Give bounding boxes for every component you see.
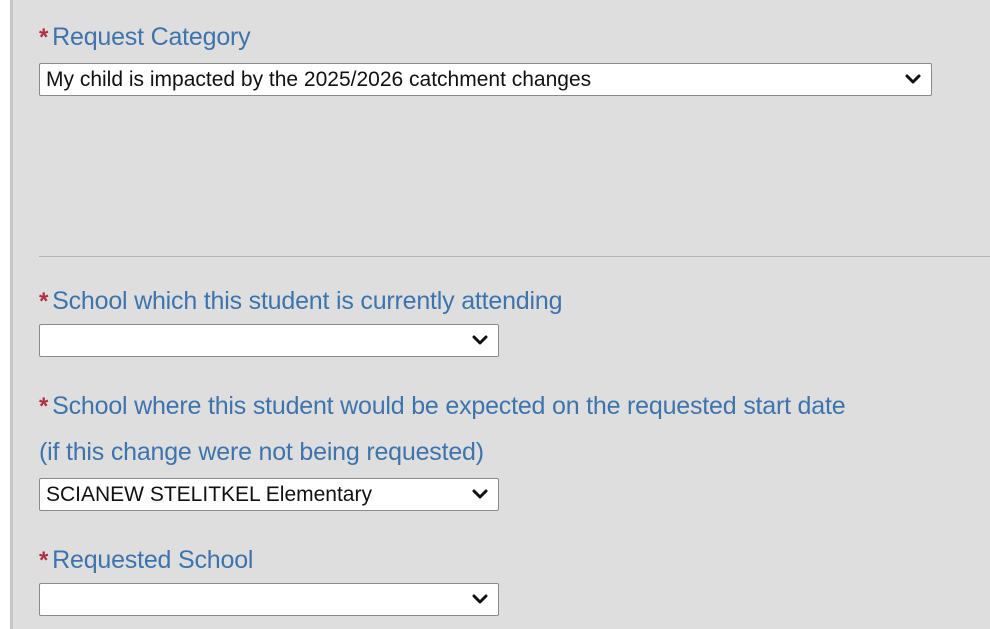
chevron-down-icon bbox=[468, 331, 492, 351]
expected-school-label: * School where this student would be expe… bbox=[39, 391, 846, 422]
expected-school-label-text: School where this student would be expec… bbox=[52, 392, 846, 420]
request-category-select[interactable]: My child is impacted by the 2025/2026 ca… bbox=[39, 63, 932, 96]
requested-school-label-text: Requested School bbox=[52, 546, 254, 574]
required-marker: * bbox=[39, 288, 49, 315]
chevron-down-icon bbox=[468, 485, 492, 505]
chevron-down-icon bbox=[468, 590, 492, 610]
current-school-label-text: School which this student is currently a… bbox=[52, 287, 563, 315]
required-marker: * bbox=[39, 24, 49, 51]
expected-school-select[interactable]: SCIANEW STELITKEL Elementary bbox=[39, 478, 499, 511]
required-marker: * bbox=[39, 547, 49, 574]
requested-school-select[interactable] bbox=[39, 583, 499, 616]
request-category-label-text: Request Category bbox=[52, 23, 251, 51]
expected-school-label-line2: (if this change were not being requested… bbox=[39, 438, 484, 466]
request-category-value: My child is impacted by the 2025/2026 ca… bbox=[46, 67, 592, 91]
expected-school-value: SCIANEW STELITKEL Elementary bbox=[46, 482, 372, 506]
requested-school-label: * Requested School bbox=[39, 545, 253, 576]
current-school-select[interactable] bbox=[39, 324, 499, 357]
request-category-label: * Request Category bbox=[39, 22, 251, 53]
section-divider bbox=[39, 256, 990, 257]
chevron-down-icon bbox=[901, 70, 925, 90]
required-marker: * bbox=[39, 393, 49, 420]
current-school-label: * School which this student is currently … bbox=[39, 286, 562, 317]
request-form-panel: * Request Category My child is impacted b… bbox=[10, 0, 990, 629]
